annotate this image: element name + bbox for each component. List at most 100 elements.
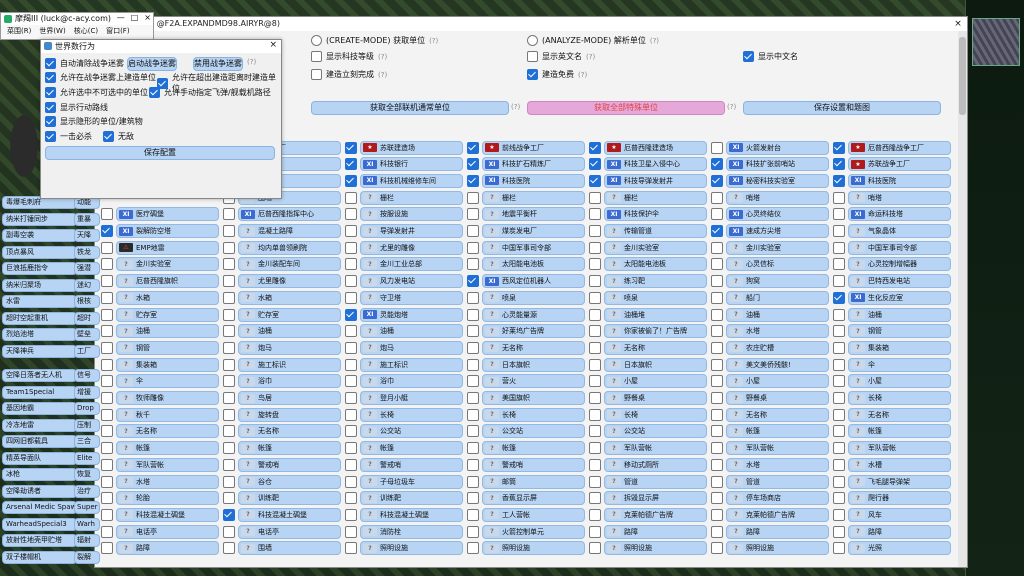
option-hint[interactable]: (?) [586,53,595,61]
main-option[interactable]: 显示英文名 (?) [527,51,595,62]
invincible-checkbox[interactable] [103,131,114,142]
main-option[interactable]: 显示科技等级 (?) [311,51,387,62]
unit-button[interactable]: ? 克莱帕德广告牌 [604,507,707,522]
unit-button[interactable]: ? 油桶 [116,324,219,339]
unit-button[interactable]: XI 科技医院 [848,173,951,188]
unit-checkbox[interactable] [833,225,845,237]
unit-checkbox[interactable] [101,442,113,455]
unit-button[interactable]: ? 太阳能电池板 [604,257,707,272]
unit-button[interactable]: ? 炮马 [238,340,341,355]
unit-button[interactable]: ? 栅栏 [360,190,463,205]
unit-button[interactable]: ? 无名称 [604,340,707,355]
left-list-item-secondary[interactable]: 根核 [74,295,100,308]
unit-checkbox[interactable] [345,191,357,204]
left-list-item-secondary[interactable]: 压制 [74,418,100,432]
unit-checkbox[interactable] [467,492,479,505]
unit-checkbox[interactable] [833,442,845,455]
unit-checkbox[interactable] [467,291,479,304]
unit-checkbox[interactable] [467,392,479,404]
one-hit-kill-checkbox[interactable] [45,131,56,142]
unit-checkbox[interactable] [467,225,479,237]
unit-checkbox[interactable] [101,492,113,505]
unit-button[interactable]: ? 风车 [848,507,951,522]
unit-button[interactable]: ? 科技混凝土碉堡 [360,507,463,522]
unit-button[interactable]: ? 钢管 [116,340,219,355]
unit-button[interactable]: ? 爬行器 [848,491,951,506]
unit-checkbox[interactable] [345,408,357,421]
option-checkbox[interactable] [527,69,538,80]
unit-checkbox[interactable] [589,308,601,321]
unit-button[interactable]: ? 小屋 [848,374,951,389]
unit-button[interactable]: ? 公交站 [482,424,585,439]
unit-button[interactable]: ? 心灵信标 [726,257,829,272]
unit-checkbox[interactable] [345,525,357,538]
unit-checkbox[interactable] [467,375,479,388]
menu-item-world[interactable]: 世界(W) [39,25,65,37]
main-option[interactable]: (ANALYZE-MODE) 解析单位 (?) [527,35,659,46]
unit-checkbox[interactable] [589,442,601,455]
unit-button[interactable]: ? 长椅 [848,391,951,405]
unit-checkbox[interactable] [467,241,479,254]
left-list-item-secondary[interactable]: 工厂 [74,344,100,358]
unit-checkbox[interactable] [223,442,235,455]
option-checkbox[interactable] [311,69,322,80]
left-list-item[interactable]: 顶点暴风 [2,245,77,259]
unit-button[interactable]: ? 水槽 [848,457,951,472]
save-settings-button[interactable]: 保存设置和题图 [743,101,941,115]
unit-button[interactable]: ? 照明设施 [604,541,707,556]
left-list-item[interactable]: 水雷 [2,295,77,308]
unit-button[interactable]: ? 路障 [726,524,829,539]
disable-fog-button[interactable]: 禁用战争迷雾 [193,57,243,71]
unit-button[interactable]: ? 按服设施 [360,207,463,222]
unit-checkbox[interactable] [711,508,723,521]
unit-button[interactable]: ? 伞 [848,357,951,372]
left-list-item[interactable]: 纳米打锤同步 [2,212,77,226]
unit-checkbox[interactable] [833,492,845,505]
unit-checkbox[interactable] [223,241,235,254]
unit-button[interactable]: ? 旋转盘 [238,407,341,422]
unit-checkbox[interactable] [589,358,601,371]
unit-button[interactable]: XI 裂解防空塔 [116,224,219,238]
main-option[interactable]: (CREATE-MODE) 获取单位 (?) [311,35,438,46]
unit-checkbox[interactable] [589,258,601,271]
unit-checkbox[interactable] [711,158,723,171]
unit-checkbox[interactable] [833,241,845,254]
unit-checkbox[interactable] [223,408,235,421]
unit-checkbox[interactable] [467,458,479,471]
unit-button[interactable]: ? 科技混凝土碉堡 [238,507,341,522]
unit-button[interactable]: ? 克莱帕德广告牌 [726,507,829,522]
auto-clear-fog-checkbox[interactable] [45,58,56,69]
left-list-item[interactable]: 精英导面队 [2,451,77,465]
unit-checkbox[interactable] [101,425,113,438]
unit-button[interactable]: ? 路障 [848,524,951,539]
unit-checkbox[interactable] [589,191,601,204]
unit-button[interactable]: ? 炮马 [360,340,463,355]
unit-button[interactable]: ? 训练靶 [238,491,341,506]
option-checkbox[interactable] [311,51,322,62]
get-all-units-button[interactable]: 获取全部联机通常单位 [311,101,509,115]
unit-checkbox[interactable] [345,492,357,505]
left-list-item[interactable]: 冰枪 [2,468,77,481]
unit-checkbox[interactable] [589,425,601,438]
unit-button[interactable]: ? 水塔 [726,457,829,472]
unit-button[interactable]: ? 金川工业总部 [360,257,463,272]
unit-checkbox[interactable] [711,308,723,321]
unit-checkbox[interactable] [467,275,479,288]
unit-checkbox[interactable] [833,275,845,288]
left-list-item-secondary[interactable]: 重暴 [74,212,100,226]
unit-checkbox[interactable] [345,258,357,271]
unit-checkbox[interactable] [833,341,845,354]
unit-button[interactable]: XI 科技导弹发射井 [604,173,707,188]
unit-checkbox[interactable] [345,308,357,321]
unit-button[interactable]: ? 营火 [482,374,585,389]
maximize-icon[interactable]: □ [131,13,139,22]
unit-checkbox[interactable] [101,358,113,371]
get-special-units-button[interactable]: 获取全部特殊单位 [527,101,725,115]
unit-button[interactable]: ? 帐篷 [848,424,951,439]
unit-checkbox[interactable] [223,375,235,388]
unit-button[interactable]: ? 金川实验室 [116,257,219,272]
unit-checkbox[interactable] [223,425,235,438]
unit-button[interactable]: ★ 苏联战争工厂 [848,157,951,172]
unit-checkbox[interactable] [223,475,235,488]
option-checkbox[interactable] [743,51,754,62]
